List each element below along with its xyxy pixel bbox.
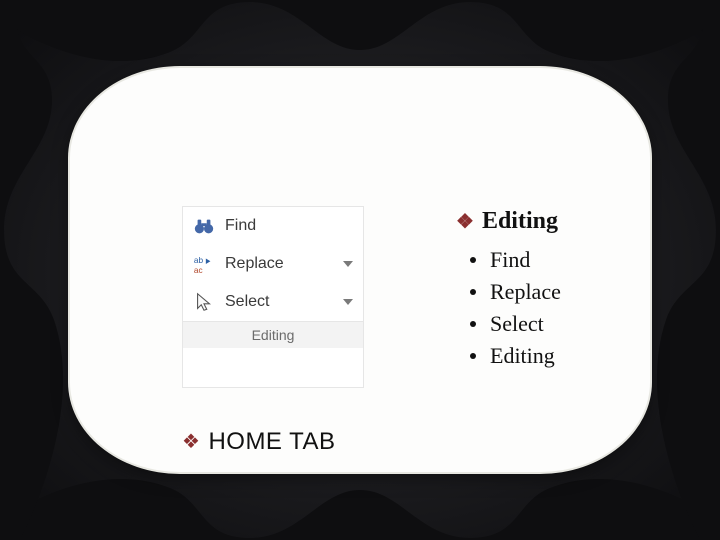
list-item: Select: [470, 311, 561, 337]
ribbon-find-button[interactable]: Find: [183, 207, 363, 245]
list-item-text: Replace: [490, 279, 561, 305]
ribbon-replace-button[interactable]: abac Replace: [183, 245, 363, 283]
list-heading: ❖ Editing: [456, 208, 561, 235]
bullet-dot-icon: [470, 289, 476, 295]
list-heading-text: Editing: [482, 208, 558, 235]
list-item-text: Select: [490, 311, 544, 337]
list-item-text: Editing: [490, 343, 555, 369]
chevron-down-icon: [343, 261, 353, 267]
svg-text:ac: ac: [194, 266, 203, 275]
list-item: Replace: [470, 279, 561, 305]
bullet-dot-icon: [470, 321, 476, 327]
cursor-arrow-icon: [193, 291, 215, 313]
binoculars-icon: [193, 215, 215, 237]
ribbon-find-label: Find: [225, 217, 256, 235]
ribbon-select-label: Select: [225, 293, 269, 311]
bullet-dot-icon: [470, 353, 476, 359]
slide: Find abac Replace Select Editing: [0, 0, 720, 540]
ribbon-replace-label: Replace: [225, 255, 284, 273]
ribbon-group-label: Editing: [183, 321, 363, 348]
diamond-bullet-icon: ❖: [456, 212, 474, 232]
ribbon-select-button[interactable]: Select: [183, 283, 363, 321]
diamond-bullet-icon: ❖: [182, 432, 200, 452]
list-item: Editing: [470, 343, 561, 369]
list-item: Find: [470, 247, 561, 273]
ribbon-editing-group: Find abac Replace Select Editing: [182, 206, 364, 388]
chevron-down-icon: [343, 299, 353, 305]
content-card: Find abac Replace Select Editing: [70, 68, 650, 472]
home-tab-text: HOME TAB: [208, 428, 335, 456]
home-tab-label: ❖ HOME TAB: [182, 428, 336, 456]
svg-text:ab: ab: [194, 256, 204, 265]
list-item-text: Find: [490, 247, 530, 273]
replace-ab-ac-icon: abac: [193, 253, 215, 275]
bullet-dot-icon: [470, 257, 476, 263]
slide-text-list: ❖ Editing Find Replace Select Editing: [456, 208, 561, 375]
